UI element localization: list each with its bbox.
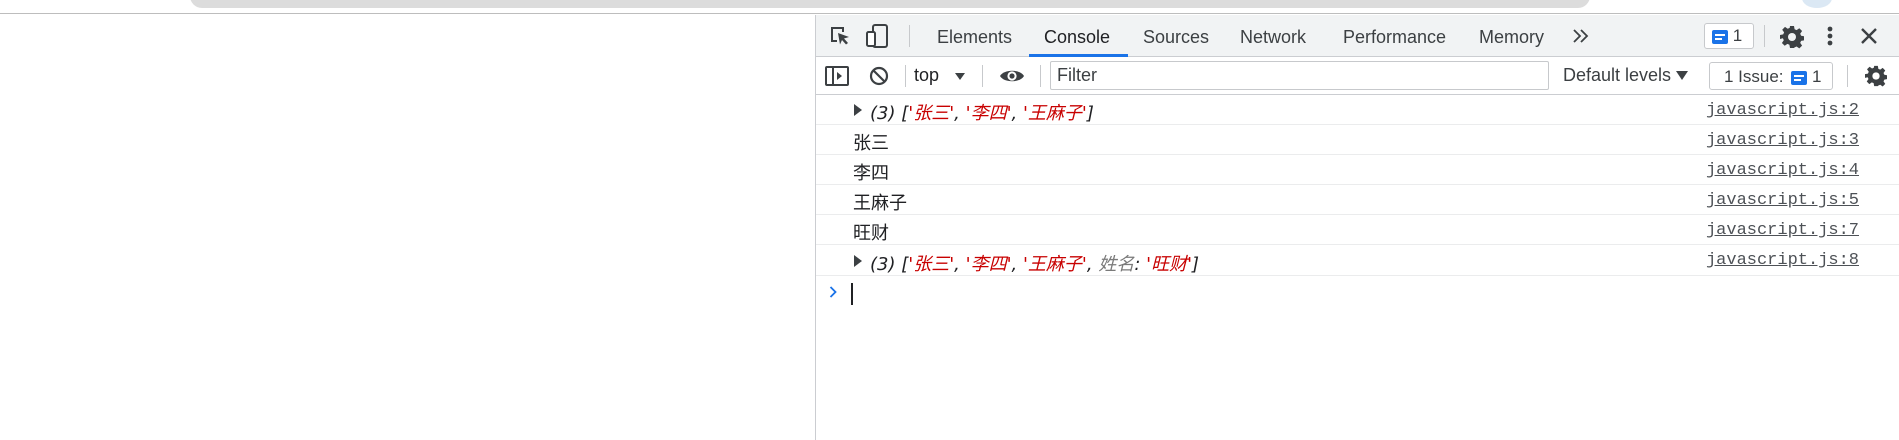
messages-badge[interactable]: 1 — [1704, 23, 1754, 49]
console-row: 李四 javascript.js:4 — [816, 155, 1899, 185]
log-text: 旺财 — [853, 223, 889, 244]
issue-message-icon — [1791, 70, 1808, 85]
array-preview: (3) ['张三', '李四', '王麻子', 姓名: '旺财'] — [870, 254, 1200, 275]
log-text: 李四 — [853, 163, 889, 184]
source-link[interactable]: javascript.js:8 — [1706, 251, 1859, 270]
console-toolbar: top Default levels 1 Issue: 1 — [816, 57, 1899, 95]
profile-avatar[interactable] — [1802, 0, 1832, 8]
issues-count: 1 — [1812, 67, 1822, 86]
tab-memory[interactable]: Memory — [1479, 27, 1544, 48]
log-text: 张三 — [853, 133, 889, 154]
log-text: 王麻子 — [853, 193, 907, 214]
address-bar[interactable] — [190, 0, 1590, 8]
console-row: 旺财 javascript.js:7 — [816, 215, 1899, 245]
source-link[interactable]: javascript.js:3 — [1706, 131, 1859, 150]
devtools-panel: Elements Console Sources Network Perform… — [815, 15, 1899, 440]
expand-triangle-icon[interactable] — [854, 255, 862, 267]
array-preview: (3) ['张三', '李四', '王麻子'] — [870, 103, 1094, 124]
divider — [905, 65, 906, 87]
close-icon[interactable] — [1860, 27, 1878, 45]
divider — [909, 25, 910, 47]
console-row[interactable]: (3) ['张三', '李四', '王麻子', 姓名: '旺财'] javasc… — [816, 245, 1899, 276]
messages-count: 1 — [1732, 26, 1743, 45]
prompt-chevron-icon — [829, 286, 837, 298]
tab-elements[interactable]: Elements — [937, 27, 1012, 48]
console-row: 张三 javascript.js:3 — [816, 125, 1899, 155]
dropdown-caret-icon — [955, 73, 965, 80]
source-link[interactable]: javascript.js:7 — [1706, 221, 1859, 240]
source-link[interactable]: javascript.js:5 — [1706, 191, 1859, 210]
dropdown-caret-icon — [1676, 71, 1688, 80]
console-settings-gear-icon[interactable] — [1865, 65, 1887, 87]
divider — [1847, 65, 1848, 87]
divider — [1764, 25, 1765, 47]
page-viewport — [0, 15, 815, 440]
tab-console[interactable]: Console — [1044, 27, 1110, 48]
console-prompt[interactable] — [816, 276, 1899, 306]
text-cursor — [851, 283, 853, 305]
tab-performance[interactable]: Performance — [1343, 27, 1446, 48]
source-link[interactable]: javascript.js:4 — [1706, 161, 1859, 180]
divider — [1040, 65, 1041, 87]
console-row: 王麻子 javascript.js:5 — [816, 185, 1899, 215]
more-tabs-icon[interactable] — [1573, 29, 1589, 43]
context-label: top — [914, 65, 940, 85]
inspect-element-icon[interactable] — [829, 25, 851, 47]
more-options-icon[interactable] — [1826, 25, 1834, 47]
device-toolbar-icon[interactable] — [866, 23, 890, 49]
message-icon — [1712, 29, 1728, 44]
log-levels-label: Default levels — [1563, 65, 1672, 85]
live-expression-eye-icon[interactable] — [999, 67, 1025, 85]
devtools-tab-bar: Elements Console Sources Network Perform… — [816, 15, 1899, 57]
tab-network[interactable]: Network — [1240, 27, 1306, 48]
browser-top-strip — [0, 0, 1899, 14]
tab-sources[interactable]: Sources — [1143, 27, 1209, 48]
log-levels-dropdown[interactable]: Default levels — [1563, 65, 1688, 86]
issues-button[interactable]: 1 Issue: 1 — [1709, 62, 1833, 90]
divider — [982, 65, 983, 87]
context-selector[interactable]: top — [914, 65, 965, 86]
source-link[interactable]: javascript.js:2 — [1706, 101, 1859, 120]
filter-input[interactable] — [1050, 61, 1549, 90]
show-sidebar-icon[interactable] — [825, 66, 849, 86]
issues-label: 1 Issue: — [1724, 67, 1784, 86]
settings-gear-icon[interactable] — [1780, 25, 1804, 49]
console-messages: (3) ['张三', '李四', '王麻子'] javascript.js:2 … — [816, 95, 1899, 440]
console-row[interactable]: (3) ['张三', '李四', '王麻子'] javascript.js:2 — [816, 95, 1899, 125]
clear-console-icon[interactable] — [869, 66, 889, 86]
expand-triangle-icon[interactable] — [854, 104, 862, 116]
